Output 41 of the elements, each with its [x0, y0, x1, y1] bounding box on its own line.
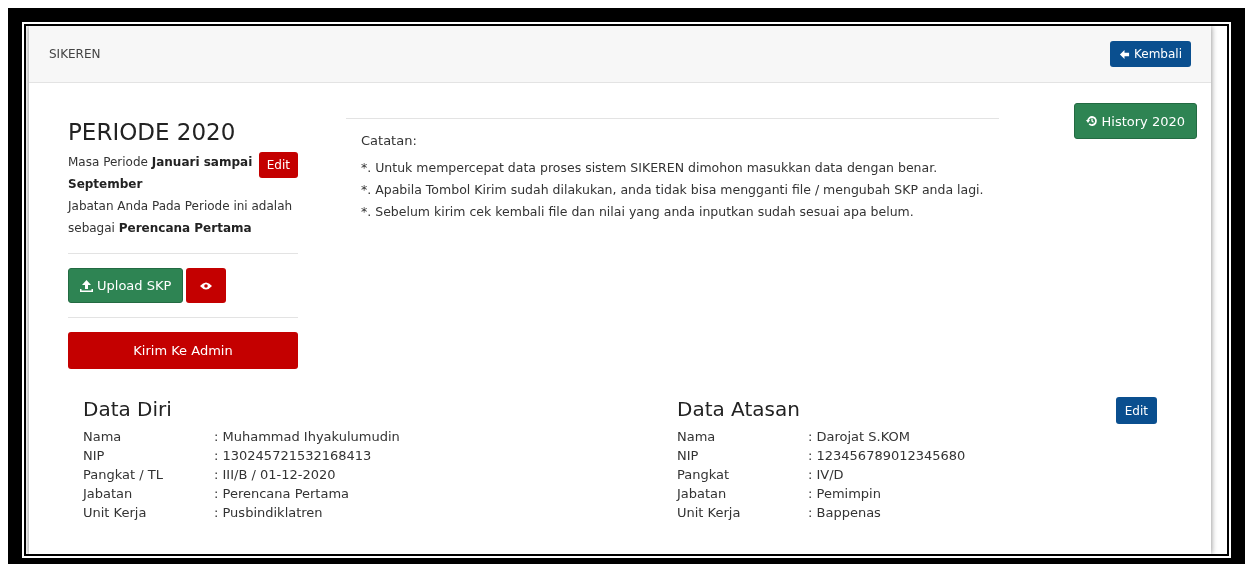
- note-text: *. Apabila Tombol Kirim sudah dilakukan, anda tidak bisa mengganti file / mengubah SKP anda lagi.: [361, 182, 984, 197]
- field-value: : Pemimpin: [808, 486, 882, 501]
- field-value: : IV/D: [808, 467, 845, 482]
- field-value: : Perencana Pertama: [214, 486, 351, 501]
- upload-icon: [80, 279, 93, 292]
- note-text: *. Untuk mempercepat data proses sistem SIKEREN dimohon masukkan data dengan benar.: [361, 160, 939, 175]
- notes-title: Catatan:: [361, 133, 418, 148]
- period-title: PERIODE 2020: [68, 119, 237, 145]
- field-value: : Bappenas: [808, 505, 882, 520]
- field-label: Unit Kerja: [677, 505, 742, 520]
- arrow-left-icon: [1119, 48, 1130, 60]
- field-value: : Pusbindiklatren: [214, 505, 324, 520]
- field-label: Pangkat / TL: [83, 467, 164, 482]
- brand-title: SIKEREN: [49, 47, 101, 61]
- field-value: : 130245721532168413: [214, 448, 373, 463]
- field-label: Pangkat: [677, 467, 731, 482]
- history-icon: [1085, 115, 1098, 127]
- back-button[interactable]: Kembali: [1110, 41, 1191, 67]
- send-to-admin-button[interactable]: Kirim Ke Admin: [68, 332, 298, 369]
- edit-button[interactable]: Edit: [1115, 397, 1157, 424]
- upload-button[interactable]: Upload SKP: [68, 268, 184, 303]
- eye-icon: [200, 281, 213, 290]
- view-button[interactable]: [186, 268, 227, 303]
- history-button[interactable]: History 2020: [1073, 103, 1198, 139]
- field-label: Nama: [83, 429, 123, 444]
- field-value: : Muhammad Ihyakulumudin: [214, 429, 401, 444]
- field-label: Unit Kerja: [83, 505, 148, 520]
- note-text: *. Sebelum kirim cek kembali file dan nilai yang anda inputkan sudah sesuai apa belum.: [361, 204, 915, 219]
- section-title: Data Atasan: [677, 397, 801, 421]
- field-value: : Darojat S.KOM: [808, 429, 911, 444]
- section-title: Data Diri: [83, 397, 173, 421]
- field-label: Jabatan: [677, 486, 728, 501]
- field-value: : 123456789012345680: [808, 448, 966, 463]
- field-label: Nama: [677, 429, 717, 444]
- period-text: Masa Periode Januari sampai September: [68, 154, 253, 193]
- field-label: NIP: [83, 448, 106, 463]
- field-value: : III/B / 01-12-2020: [214, 467, 337, 482]
- field-label: Jabatan: [83, 486, 134, 501]
- position-text: Jabatan Anda Pada Periode ini adalah sebagai Perencana Pertama: [68, 198, 294, 237]
- edit-button[interactable]: Edit: [258, 152, 298, 178]
- field-label: NIP: [677, 448, 700, 463]
